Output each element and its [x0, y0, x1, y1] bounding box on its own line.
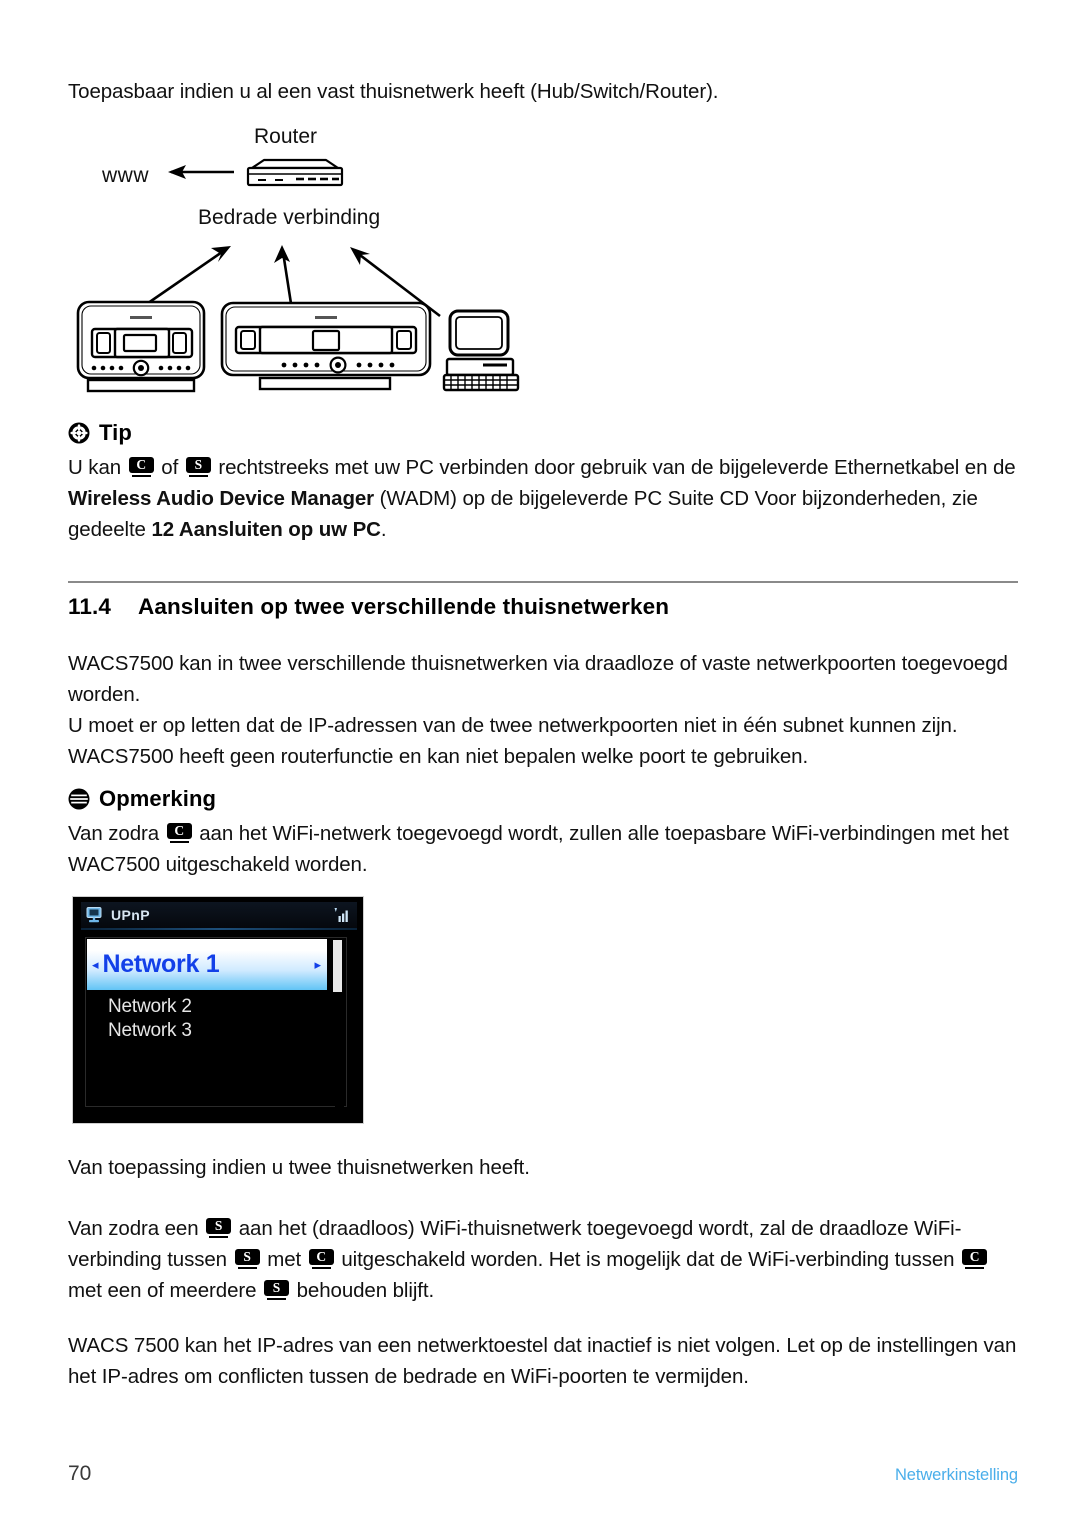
tip-text-4: Ethernetkabel en de: [834, 456, 1016, 479]
signal-bars-icon: [334, 908, 348, 922]
device-lcd-screenshot: UPnP ◂ Network 1 ▸ Network 2 Network 3: [72, 896, 364, 1124]
lcd-scrollbar-thumb[interactable]: [333, 940, 342, 992]
footer-section-name: Netwerkinstelling: [894, 1466, 1018, 1484]
tip-callout: Tip U kan C of S rechtstreeks met uw PC …: [68, 420, 1020, 545]
device-icon-center: [76, 300, 206, 393]
device-badge-s-letter: S: [185, 457, 211, 473]
device-badge-c-letter: C: [308, 1249, 334, 1265]
chevron-left-icon[interactable]: ◂: [92, 958, 99, 971]
network-topology-diagram: Router www Bedrade verbinding: [68, 120, 548, 405]
tip-text-7: .: [380, 518, 387, 541]
tip-text-3: rechtstreeks met uw PC verbinden door ge…: [218, 456, 829, 479]
intro-paragraph: Toepasbaar indien u al een vast thuisnet…: [68, 80, 719, 103]
document-page: Toepasbaar indien u al een vast thuisnet…: [0, 0, 1080, 1527]
device-badge-base: [188, 474, 208, 477]
note-heading-label: Opmerking: [99, 786, 217, 811]
note-text-1: Van zodra: [68, 822, 160, 845]
section-title: Aansluiten op twee verschillende thuisne…: [138, 594, 670, 619]
device-badge-base: [169, 840, 189, 843]
section-divider: [68, 581, 1018, 583]
chevron-right-icon[interactable]: ▸: [314, 958, 321, 971]
device-badge-base: [311, 1266, 331, 1269]
note-heading: Opmerking: [68, 786, 1020, 812]
section-paragraph-1: WACS7500 kan in twee verschillende thuis…: [68, 652, 1008, 706]
lcd-network-list: ◂ Network 1 ▸ Network 2 Network 3: [85, 937, 347, 1107]
device-badge-c: C: [128, 457, 154, 478]
lcd-scrollbar-track[interactable]: [333, 939, 344, 1107]
lcd-status-label: UPnP: [111, 907, 150, 923]
lcd-list-item[interactable]: Network 2: [108, 996, 192, 1018]
body-paragraph-3: Van toepassing indien u twee thuisnetwer…: [68, 1156, 530, 1179]
tip-text-2: of: [161, 456, 179, 479]
device-badge-base: [131, 474, 151, 477]
note-lines-circle-icon: [68, 788, 90, 810]
asterisk-circle-icon: [68, 422, 90, 444]
device-badge-s-letter: S: [234, 1249, 260, 1265]
para4-text-1: Van zodra een: [68, 1217, 199, 1240]
body-paragraph-5: WACS 7500 kan het IP-adres van een netwe…: [68, 1334, 1017, 1388]
tip-text-5: (WADM) op de bijgeleverde PC Suite: [379, 487, 714, 510]
tip-text-section-ref-bold: 12 Aansluiten op uw PC: [151, 518, 381, 541]
section-heading: 11.4 Aansluiten op twee verschillende th…: [68, 594, 1018, 620]
device-badge-c-letter: C: [962, 1249, 988, 1265]
device-badge-s: S: [206, 1218, 232, 1239]
device-badge-s: S: [234, 1249, 260, 1270]
device-badge-base: [965, 1266, 985, 1269]
para4-text-5: met een of meerdere: [68, 1279, 257, 1302]
note-callout: Opmerking Van zodra C aan het WiFi-netwe…: [68, 786, 1020, 880]
device-badge-c: C: [166, 823, 192, 844]
note-body: Van zodra C aan het WiFi-netwerk toegevo…: [68, 818, 1020, 880]
lcd-list-item-selected[interactable]: ◂ Network 1 ▸: [87, 939, 327, 990]
device-badge-base: [209, 1235, 229, 1238]
tip-text-wadm-bold: Wireless Audio Device Manager: [68, 487, 375, 510]
section-paragraph-2: U moet er op letten dat de IP-adressen v…: [68, 714, 958, 768]
device-badge-base: [267, 1297, 287, 1300]
device-icon-station: [220, 301, 432, 391]
lcd-list-item[interactable]: Network 3: [108, 1020, 192, 1042]
device-badge-c: C: [962, 1249, 988, 1270]
lcd-status-separator: [81, 928, 357, 930]
device-badge-base: [237, 1266, 257, 1269]
tip-text-1: U kan: [68, 456, 122, 479]
device-badge-s: S: [185, 457, 211, 478]
device-badge-s-letter: S: [264, 1280, 290, 1296]
para4-text-3: met: [267, 1248, 302, 1271]
body-paragraph-4: Van zodra een S aan het (draadloos) WiFi…: [68, 1213, 1028, 1306]
device-badge-c-letter: C: [128, 457, 154, 473]
device-badge-s: S: [264, 1280, 290, 1301]
para4-text-4: uitgeschakeld worden. Het is mogelijk da…: [341, 1248, 955, 1271]
tip-body: U kan C of S rechtstreeks met uw PC verb…: [68, 452, 1020, 545]
device-badge-c: C: [308, 1249, 334, 1270]
device-badge-c-letter: C: [166, 823, 192, 839]
pc-monitor-icon: [86, 907, 102, 923]
device-badge-s-letter: S: [206, 1218, 232, 1234]
lcd-status-bar: UPnP: [81, 902, 357, 928]
tip-heading-label: Tip: [99, 420, 132, 445]
lcd-list-item-label: Network 1: [102, 950, 220, 978]
section-number: 11.4: [68, 594, 111, 619]
footer-page-number: 70: [68, 1462, 92, 1485]
tip-heading: Tip: [68, 420, 1020, 446]
para4-text-6: behouden blijft.: [296, 1279, 435, 1302]
pc-icon: [442, 309, 520, 392]
note-text-2: aan het WiFi-netwerk toegevoegd wordt, z…: [68, 822, 1009, 876]
